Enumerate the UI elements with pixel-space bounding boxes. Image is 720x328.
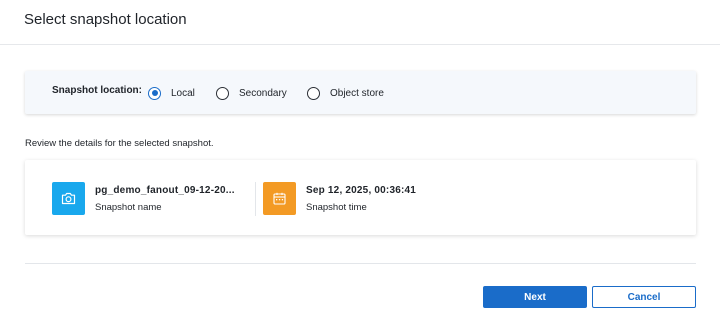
radio-local-label[interactable]: Local [171, 88, 195, 99]
radio-object-store-label[interactable]: Object store [330, 88, 384, 99]
radio-object-store-circle[interactable] [307, 86, 320, 100]
snapshot-name-value: pg_demo_fanout_09-12-20... [95, 185, 235, 196]
radio-local-circle[interactable] [148, 86, 161, 100]
snapshot-location-label: Snapshot location: [52, 85, 142, 96]
cancel-button[interactable]: Cancel [592, 286, 696, 308]
snapshot-details-card: pg_demo_fanout_09-12-20... Snapshot name… [25, 160, 696, 235]
snapshot-time-value: Sep 12, 2025, 00:36:41 [306, 185, 417, 196]
footer-divider [25, 263, 696, 264]
camera-icon [52, 182, 85, 215]
snapshot-time-label: Snapshot time [306, 202, 367, 213]
calendar-icon [263, 182, 296, 215]
details-divider [255, 182, 256, 216]
review-instructions: Review the details for the selected snap… [25, 138, 214, 149]
radio-selected-dot [151, 90, 158, 96]
radio-secondary-circle[interactable] [216, 86, 229, 100]
radio-object-store[interactable]: Object store [307, 85, 384, 101]
dialog-header: Select snapshot location [0, 0, 720, 45]
radio-secondary[interactable]: Secondary [216, 85, 287, 101]
next-button[interactable]: Next [483, 286, 587, 308]
radio-local[interactable]: Local [148, 85, 195, 101]
dialog-title: Select snapshot location [24, 11, 187, 28]
radio-secondary-label[interactable]: Secondary [239, 88, 287, 99]
snapshot-location-panel: Snapshot location: Local Secondary Objec… [25, 71, 696, 114]
snapshot-name-label: Snapshot name [95, 202, 162, 213]
